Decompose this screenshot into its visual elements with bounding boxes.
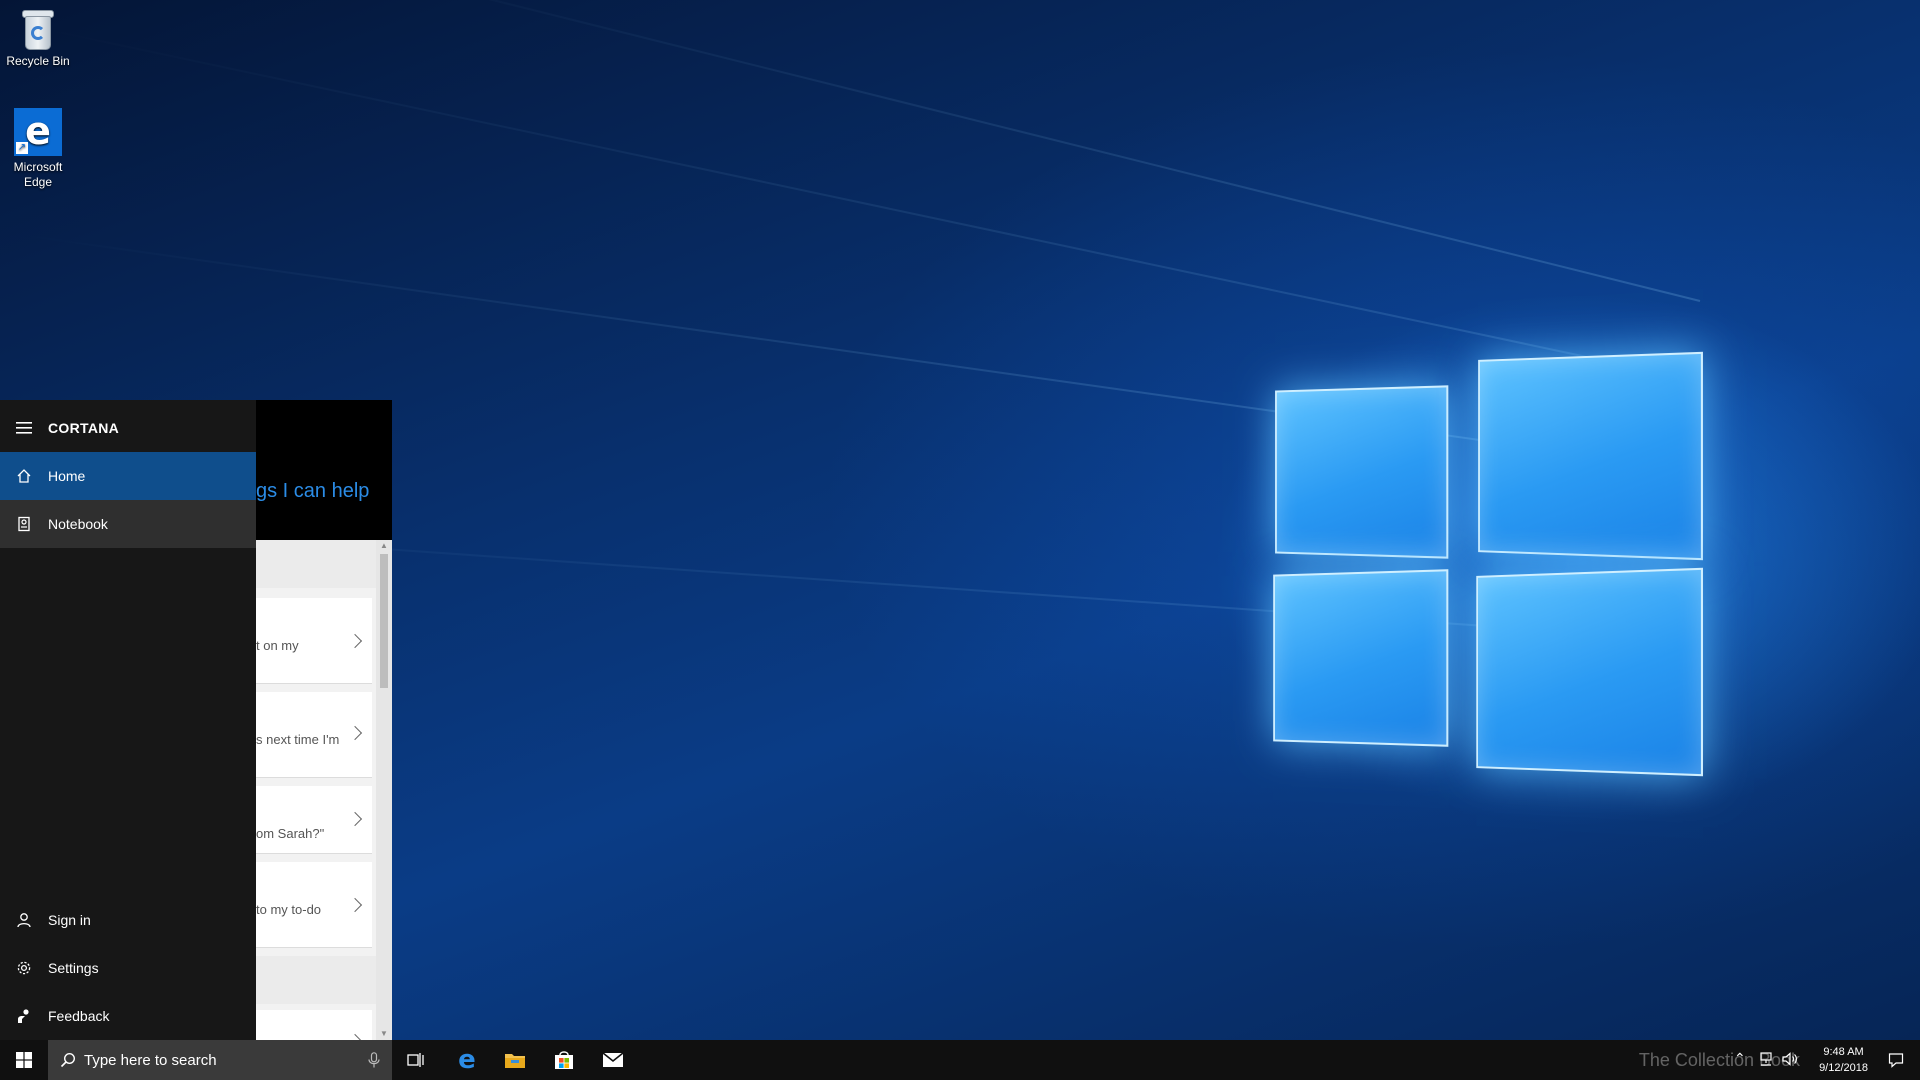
light-beam xyxy=(36,26,1701,382)
mail-icon xyxy=(602,1052,624,1067)
gear-icon xyxy=(0,960,48,976)
notebook-icon xyxy=(0,516,48,532)
windows-logo-pane xyxy=(1476,567,1703,777)
scrollbar[interactable]: ▲ ▼ xyxy=(376,540,392,1040)
recycle-bin-icon xyxy=(21,8,55,50)
microphone-icon[interactable] xyxy=(368,1052,380,1068)
task-view-button[interactable] xyxy=(392,1040,440,1080)
taskbar: Type here to search e The Collection Boo… xyxy=(0,1040,1920,1080)
notification-icon xyxy=(1888,1053,1904,1068)
edge-icon: e ↗ xyxy=(14,108,62,156)
nav-item-label: Settings xyxy=(48,960,99,976)
windows-logo-pane xyxy=(1273,569,1449,747)
suggestion-text: s next time I'm xyxy=(256,732,340,747)
network-icon[interactable] xyxy=(1758,1052,1774,1066)
taskbar-mail-button[interactable] xyxy=(589,1040,637,1080)
desktop-icon-label: Microsoft Edge xyxy=(13,160,63,189)
light-beam xyxy=(341,0,1701,302)
search-placeholder: Type here to search xyxy=(84,1051,217,1069)
cortana-panel: gs I can help t on my s next time I'm om… xyxy=(0,400,392,1040)
volume-icon[interactable] xyxy=(1782,1052,1798,1066)
taskbar-clock[interactable]: 9:48 AM 9/12/2018 xyxy=(1819,1044,1868,1076)
desktop-icon-recycle-bin[interactable]: Recycle Bin xyxy=(0,8,76,69)
nav-item-sign-in[interactable]: Sign in xyxy=(0,896,256,944)
cortana-header-text: gs I can help xyxy=(256,480,370,502)
scroll-up-arrow[interactable]: ▲ xyxy=(380,542,388,550)
suggestion-text: t on my xyxy=(256,638,299,653)
windows-logo-icon xyxy=(16,1052,32,1068)
taskbar-store-button[interactable] xyxy=(540,1040,588,1080)
suggestion-card[interactable]: s next time I'm xyxy=(256,692,372,778)
suggestion-card[interactable]: to my to-do xyxy=(256,862,372,948)
task-view-icon xyxy=(407,1053,424,1067)
scroll-down-arrow[interactable]: ▼ xyxy=(380,1030,388,1038)
section-header xyxy=(256,540,392,588)
windows-logo-pane xyxy=(1275,385,1449,559)
nav-item-label: Sign in xyxy=(48,912,91,928)
suggestion-text: om Sarah?" xyxy=(256,826,325,841)
feedback-icon xyxy=(0,1008,48,1024)
person-icon xyxy=(0,912,48,928)
nav-item-label: Feedback xyxy=(48,1008,110,1024)
show-hidden-icons-chevron-icon[interactable]: ⌃ xyxy=(1734,1050,1746,1067)
windows-logo-pane xyxy=(1478,351,1703,561)
nav-item-home[interactable]: Home xyxy=(0,452,256,500)
taskbar-edge-button[interactable]: e xyxy=(443,1040,491,1080)
nav-item-label: Notebook xyxy=(48,516,108,532)
suggestion-text: to my to-do xyxy=(256,902,322,917)
cortana-header: gs I can help xyxy=(256,400,392,540)
nav-item-label: Home xyxy=(48,468,86,484)
chevron-right-icon xyxy=(347,725,363,741)
home-icon xyxy=(0,468,48,484)
cortana-title-bar: CORTANA xyxy=(0,404,256,452)
cortana-title: CORTANA xyxy=(48,420,120,436)
taskbar-search-box[interactable]: Type here to search xyxy=(48,1040,392,1080)
chevron-right-icon xyxy=(347,811,363,827)
nav-item-settings[interactable]: Settings xyxy=(0,944,256,992)
chevron-right-icon xyxy=(347,633,363,649)
search-icon xyxy=(60,1052,76,1068)
suggestion-card[interactable] xyxy=(256,1010,372,1040)
cortana-main-content: gs I can help t on my s next time I'm om… xyxy=(256,400,392,1040)
suggestion-card[interactable]: t on my xyxy=(256,598,372,684)
scroll-thumb[interactable] xyxy=(380,554,388,688)
cortana-nav-pane: CORTANA Home Notebook Sign in Settings F… xyxy=(0,400,256,1040)
folder-icon xyxy=(505,1054,525,1068)
nav-item-notebook[interactable]: Notebook xyxy=(0,500,256,548)
clock-time: 9:48 AM xyxy=(1823,1046,1864,1058)
nav-item-feedback[interactable]: Feedback xyxy=(0,992,256,1040)
store-icon xyxy=(555,1051,573,1069)
taskbar-file-explorer-button[interactable] xyxy=(491,1040,539,1080)
edge-icon: e xyxy=(458,1045,476,1075)
suggestion-card[interactable]: om Sarah?" xyxy=(256,786,372,854)
clock-date: 9/12/2018 xyxy=(1819,1062,1868,1074)
chevron-right-icon xyxy=(347,897,363,913)
action-center-button[interactable] xyxy=(1872,1040,1920,1080)
start-button[interactable] xyxy=(0,1040,48,1080)
desktop-icon-label: Recycle Bin xyxy=(6,54,70,68)
section-header xyxy=(256,956,392,1004)
hamburger-menu-icon[interactable] xyxy=(0,422,48,434)
desktop-icon-microsoft-edge[interactable]: e ↗ Microsoft Edge xyxy=(0,108,76,190)
